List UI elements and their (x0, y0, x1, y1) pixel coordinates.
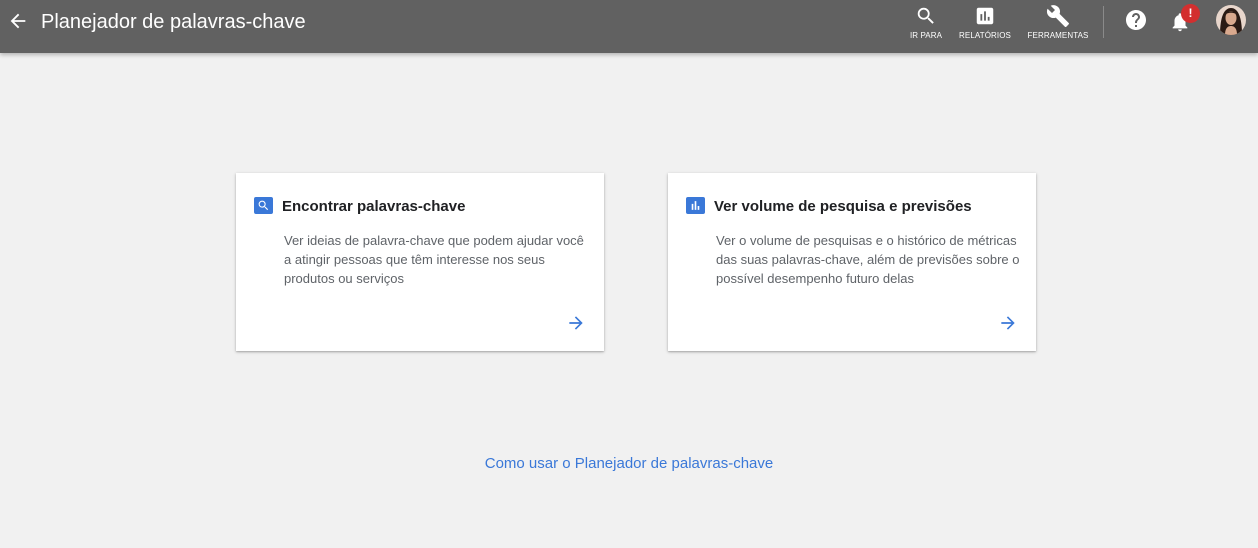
goto-tool-label: IR PARA (909, 31, 943, 40)
search-volume-forecast-card[interactable]: Ver volume de pesquisa e previsões Ver o… (668, 173, 1036, 351)
top-app-bar: Planejador de palavras-chave IR PARA REL… (0, 0, 1258, 53)
search-icon (914, 4, 938, 28)
tools-tool-label: FERRAMENTAS (1027, 31, 1089, 40)
card-description: Ver ideias de palavra-chave que podem aj… (284, 233, 584, 286)
card-description: Ver o volume de pesquisas e o histórico … (716, 233, 1020, 286)
notification-badge: ! (1181, 4, 1200, 23)
reports-tool-label: RELATÓRIOS (959, 31, 1011, 40)
reports-tool-button[interactable]: RELATÓRIOS (958, 4, 1012, 44)
help-icon[interactable] (1124, 8, 1148, 32)
page-title: Planejador de palavras-chave (41, 11, 306, 33)
arrow-forward-icon[interactable] (998, 313, 1018, 333)
bar-chart-icon (686, 197, 705, 214)
back-arrow-icon[interactable] (6, 9, 30, 33)
toolbar-divider (1103, 6, 1104, 38)
search-icon (254, 197, 273, 214)
tools-tool-button[interactable]: FERRAMENTAS (1028, 4, 1088, 44)
card-title: Encontrar palavras-chave (282, 198, 466, 215)
find-keywords-card[interactable]: Encontrar palavras-chave Ver ideias de p… (236, 173, 604, 351)
card-title: Ver volume de pesquisa e previsões (714, 198, 972, 215)
arrow-forward-icon[interactable] (566, 313, 586, 333)
goto-tool-button[interactable]: IR PARA (907, 4, 945, 44)
how-to-use-link[interactable]: Como usar o Planejador de palavras-chave (0, 455, 1258, 472)
user-avatar[interactable] (1216, 5, 1246, 35)
bar-chart-icon (973, 4, 997, 28)
wrench-icon (1046, 4, 1070, 28)
